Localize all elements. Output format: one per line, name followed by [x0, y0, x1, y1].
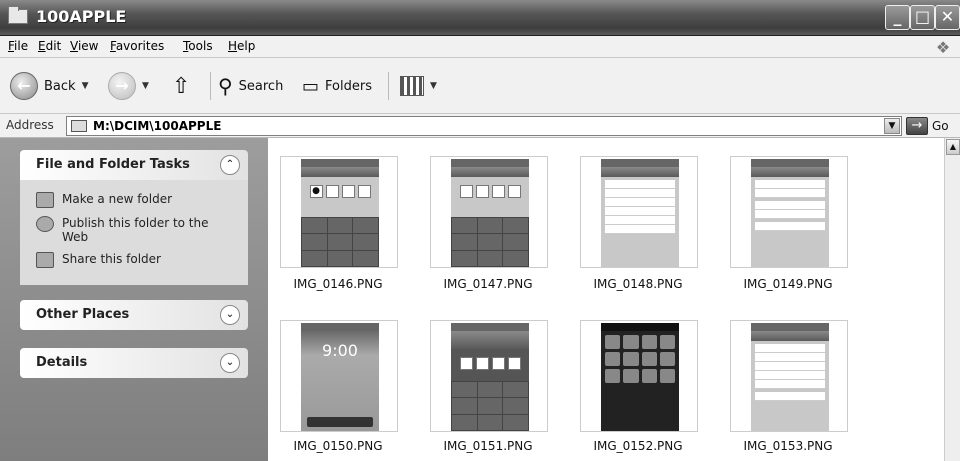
expand-chevron-icon[interactable]: ⌄ [220, 353, 240, 373]
menu-favorites[interactable]: Favorites [110, 39, 164, 53]
make-new-folder-link[interactable]: Make a new folder [36, 192, 172, 208]
file-name[interactable]: IMG_0149.PNG [718, 277, 858, 291]
vertical-scrollbar[interactable]: ▲ [944, 138, 960, 461]
publish-folder-link[interactable]: Publish this folder to the Web [36, 216, 236, 244]
menu-tools[interactable]: Tools [183, 39, 213, 53]
up-folder-button[interactable]: ⇧ [172, 68, 190, 104]
address-input[interactable]: M:\DCIM\100APPLE ▼ [66, 116, 902, 136]
menu-file[interactable]: File [8, 39, 28, 53]
other-places-header[interactable]: Other Places ⌄ [20, 300, 248, 330]
passcode-screenshot: ● [301, 159, 379, 267]
go-arrow-icon[interactable]: → [906, 117, 928, 135]
file-folder-tasks-title: File and Folder Tasks [36, 157, 190, 172]
folders-button[interactable]: ▭ Folders [302, 68, 372, 104]
windows-logo-icon: ❖ [935, 38, 951, 57]
close-button[interactable]: ✕ [935, 5, 960, 30]
settings-list-screenshot [751, 323, 829, 431]
share-folder-label: Share this folder [62, 252, 161, 266]
details-title: Details [36, 355, 88, 370]
search-label: Search [238, 78, 284, 94]
share-folder-icon [36, 252, 54, 268]
views-dropdown-icon[interactable]: ▼ [430, 81, 437, 91]
search-button[interactable]: ⚲ Search [218, 68, 283, 104]
toolbar-divider [210, 72, 211, 100]
address-label: Address [6, 118, 54, 132]
folder-icon [8, 6, 28, 24]
passcode-screenshot [451, 159, 529, 267]
thumbnail-img-0146[interactable]: ● [280, 156, 398, 268]
toolbar-divider [388, 72, 389, 100]
back-dropdown-icon[interactable]: ▼ [82, 81, 89, 91]
minimize-button[interactable]: _ [885, 5, 910, 30]
title-bar: 100APPLE _ □ ✕ [0, 0, 960, 36]
address-bar: Address M:\DCIM\100APPLE ▼ → Go [0, 114, 960, 138]
file-folder-tasks-header[interactable]: File and Folder Tasks ⌃ [20, 150, 248, 180]
back-label: Back [44, 78, 76, 94]
folder-icon [71, 120, 87, 132]
thumbnail-img-0149[interactable] [730, 156, 848, 268]
file-name[interactable]: IMG_0147.PNG [418, 277, 558, 291]
thumbnail-img-0153[interactable] [730, 320, 848, 432]
file-name[interactable]: IMG_0153.PNG [718, 439, 858, 453]
file-name[interactable]: IMG_0150.PNG [268, 439, 408, 453]
back-button[interactable]: ← Back ▼ [10, 68, 88, 104]
toolbar: ← Back ▼ → ▼ ⇧ ⚲ Search ▭ Folders ▼ [0, 58, 960, 114]
thumbnail-img-0150[interactable]: 9:00 [280, 320, 398, 432]
back-arrow-icon: ← [10, 72, 38, 100]
folders-label: Folders [325, 78, 372, 94]
go-button[interactable]: Go [932, 119, 949, 133]
window-title: 100APPLE [36, 7, 127, 26]
views-button[interactable]: ▼ [400, 68, 437, 104]
task-pane: File and Folder Tasks ⌃ Make a new folde… [0, 138, 268, 461]
menu-help[interactable]: Help [228, 39, 255, 53]
up-folder-icon: ⇧ [172, 73, 191, 99]
forward-button[interactable]: → ▼ [108, 68, 149, 104]
file-name[interactable]: IMG_0151.PNG [418, 439, 558, 453]
home-screen-screenshot [601, 323, 679, 431]
thumbnail-img-0152[interactable] [580, 320, 698, 432]
file-view: ● IMG_0146.PNG IMG_0147.PNG IMG_0148.PNG… [268, 138, 944, 461]
expand-chevron-icon[interactable]: ⌄ [220, 305, 240, 325]
scroll-up-icon[interactable]: ▲ [946, 139, 960, 155]
file-name[interactable]: IMG_0148.PNG [568, 277, 708, 291]
thumbnail-img-0148[interactable] [580, 156, 698, 268]
settings-list-screenshot [751, 159, 829, 267]
other-places-title: Other Places [36, 307, 130, 322]
address-value: M:\DCIM\100APPLE [93, 119, 222, 133]
passcode-screenshot [451, 323, 529, 431]
publish-folder-label: Publish this folder to the Web [62, 216, 209, 244]
collapse-chevron-icon[interactable]: ⌃ [220, 155, 240, 175]
settings-list-screenshot [601, 159, 679, 267]
maximize-button[interactable]: □ [910, 5, 935, 30]
menu-bar: File Edit View Favorites Tools Help [0, 36, 960, 58]
menu-view[interactable]: View [70, 39, 98, 53]
lock-time: 9:00 [322, 341, 358, 360]
folders-icon: ▭ [302, 75, 320, 97]
search-icon: ⚲ [218, 74, 233, 98]
thumbnail-img-0147[interactable] [430, 156, 548, 268]
globe-icon [36, 216, 54, 232]
details-header[interactable]: Details ⌄ [20, 348, 248, 378]
views-icon [400, 76, 424, 96]
new-folder-icon [36, 192, 54, 208]
menu-edit[interactable]: Edit [38, 39, 61, 53]
forward-arrow-icon: → [108, 72, 136, 100]
file-name[interactable]: IMG_0152.PNG [568, 439, 708, 453]
lock-screen-screenshot: 9:00 [301, 323, 379, 431]
forward-dropdown-icon[interactable]: ▼ [142, 81, 149, 91]
address-dropdown-icon[interactable]: ▼ [884, 118, 900, 134]
make-new-folder-label: Make a new folder [62, 192, 173, 206]
thumbnail-img-0151[interactable] [430, 320, 548, 432]
share-folder-link[interactable]: Share this folder [36, 252, 161, 268]
file-name[interactable]: IMG_0146.PNG [268, 277, 408, 291]
file-folder-tasks-body: Make a new folder Publish this folder to… [20, 180, 248, 285]
